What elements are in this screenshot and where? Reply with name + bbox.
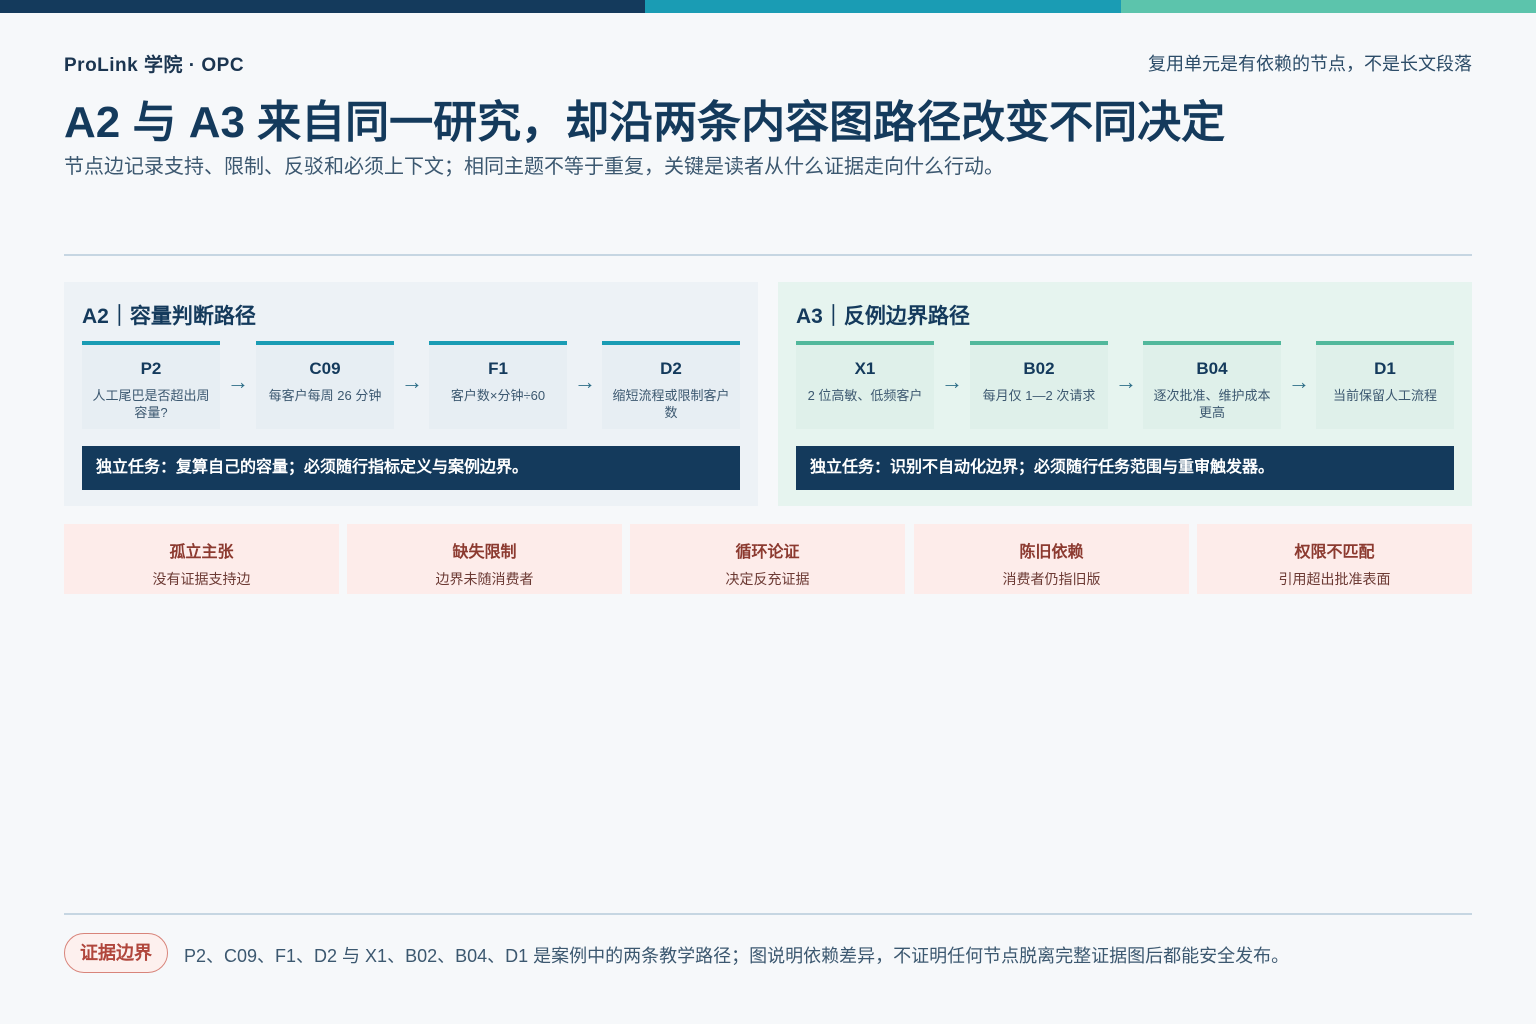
failure-card-missing-limit: 缺失限制 边界未随消费者	[347, 524, 622, 594]
accent-segment-teal	[645, 0, 1121, 13]
failure-title: 权限不匹配	[1294, 544, 1375, 561]
node-b02: B02 每月仅 1—2 次请求	[970, 341, 1108, 429]
independent-task-bar: 独立任务：复算自己的容量；必须随行指标定义与案例边界。	[82, 446, 740, 490]
failure-desc: 没有证据支持边	[152, 571, 251, 587]
failure-title: 孤立主张	[169, 544, 234, 561]
node-f1: F1 客户数×分钟÷60	[429, 341, 567, 429]
node-path: X1 2 位高敏、低频客户 → B02 每月仅 1—2 次请求 → B04 逐次…	[796, 341, 1454, 429]
node-desc: 缩短流程或限制客户数	[612, 388, 730, 420]
node-d2: D2 缩短流程或限制客户数	[602, 341, 740, 429]
failure-title: 缺失限制	[452, 544, 517, 561]
panel-a2-capacity-path: A2｜容量判断路径 P2 人工尾巴是否超出周容量? → C09 每客户每周 26…	[64, 282, 758, 506]
arrow-icon: →	[1288, 369, 1310, 394]
failure-title: 陈旧依赖	[1019, 544, 1084, 561]
node-c09: C09 每客户每周 26 分钟	[256, 341, 394, 429]
node-id: C09	[309, 359, 341, 378]
page-title: A2 与 A3 来自同一研究，却沿两条内容图路径改变不同决定	[64, 98, 1226, 147]
node-desc: 每客户每周 26 分钟	[268, 388, 382, 403]
independent-task-bar: 独立任务：识别不自动化边界；必须随行任务范围与重审触发器。	[796, 446, 1454, 490]
failure-card-permission-mismatch: 权限不匹配 引用超出批准表面	[1197, 524, 1472, 594]
failure-card-circular-argument: 循环论证 决定反充证据	[630, 524, 905, 594]
node-b04: B04 逐次批准、维护成本更高	[1143, 341, 1281, 429]
arrow-icon: →	[1115, 369, 1137, 394]
arrow-icon: →	[574, 369, 596, 394]
failure-card-isolated-claim: 孤立主张 没有证据支持边	[64, 524, 339, 594]
arrow-icon: →	[941, 369, 963, 394]
failure-mode-row: 孤立主张 没有证据支持边 缺失限制 边界未随消费者 循环论证 决定反充证据 陈旧…	[64, 524, 1472, 594]
node-id: P2	[140, 359, 162, 378]
failure-desc: 引用超出批准表面	[1278, 571, 1391, 587]
page-subtitle: 节点边记录支持、限制、反驳和必须上下文；相同主题不等于重复，关键是读者从什么证据…	[64, 156, 1004, 178]
node-p2: P2 人工尾巴是否超出周容量?	[82, 341, 220, 429]
panel-a3-counterexample-path: A3｜反例边界路径 X1 2 位高敏、低频客户 → B02 每月仅 1—2 次请…	[778, 282, 1472, 506]
node-path: P2 人工尾巴是否超出周容量? → C09 每客户每周 26 分钟 → F1 客…	[82, 341, 740, 429]
node-id: B02	[1023, 359, 1055, 378]
node-id: F1	[488, 359, 508, 378]
failure-desc: 边界未随消费者	[435, 571, 534, 587]
failure-card-stale-dependency: 陈旧依赖 消费者仍指旧版	[914, 524, 1189, 594]
node-desc: 当前保留人工流程	[1332, 388, 1437, 403]
brand-label: ProLink 学院 · OPC	[64, 55, 245, 76]
accent-segment-navy	[0, 0, 645, 13]
failure-title: 循环论证	[735, 544, 800, 561]
top-divider	[64, 254, 1472, 256]
failure-desc: 消费者仍指旧版	[1002, 571, 1101, 587]
node-d1: D1 当前保留人工流程	[1316, 341, 1454, 429]
footer-note: P2、C09、F1、D2 与 X1、B02、B04、D1 是案例中的两条教学路径…	[184, 946, 1290, 966]
top-accent-bar	[0, 0, 1536, 13]
node-desc: 客户数×分钟÷60	[450, 388, 546, 403]
node-desc: 每月仅 1—2 次请求	[982, 388, 1096, 403]
accent-segment-green	[1121, 0, 1536, 13]
node-id: D2	[660, 359, 682, 378]
node-desc: 2 位高敏、低频客户	[807, 388, 923, 403]
panel-title: A3｜反例边界路径	[796, 305, 970, 328]
node-id: B04	[1196, 359, 1228, 378]
header-tagline: 复用单元是有依赖的节点，不是长文段落	[1148, 54, 1472, 74]
bottom-divider	[64, 913, 1472, 915]
panel-title: A2｜容量判断路径	[82, 305, 256, 328]
node-id: X1	[854, 359, 876, 378]
node-desc: 人工尾巴是否超出周容量?	[92, 388, 210, 420]
node-id: D1	[1374, 359, 1396, 378]
node-x1: X1 2 位高敏、低频客户	[796, 341, 934, 429]
arrow-icon: →	[227, 369, 249, 394]
arrow-icon: →	[401, 369, 423, 394]
evidence-boundary-badge: 证据边界	[64, 933, 168, 973]
node-desc: 逐次批准、维护成本更高	[1153, 388, 1271, 420]
failure-desc: 决定反充证据	[725, 571, 810, 587]
